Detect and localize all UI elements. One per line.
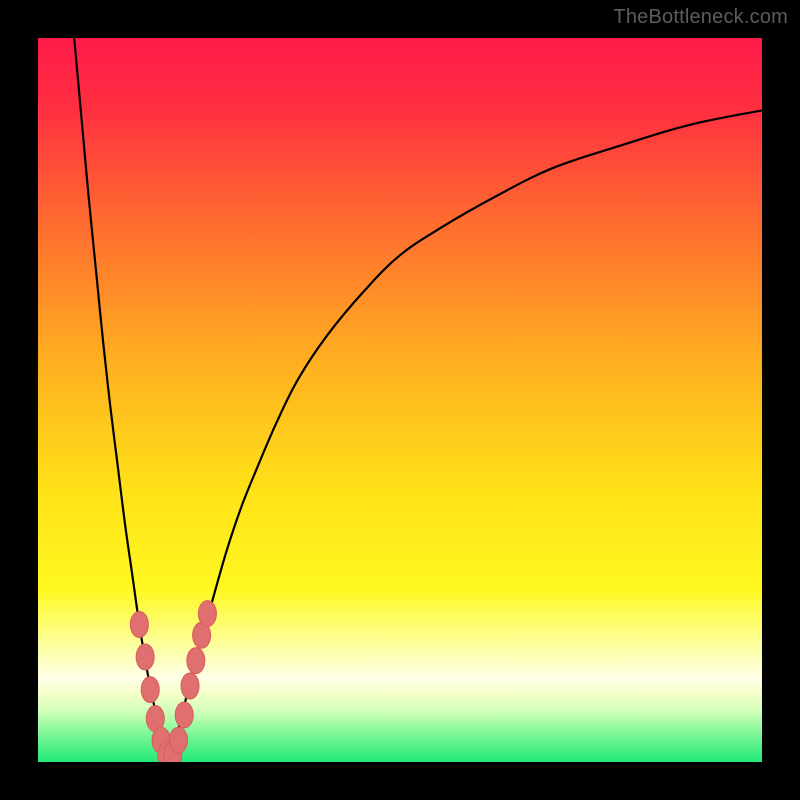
data-marker: [175, 702, 193, 728]
data-marker: [130, 611, 148, 637]
data-marker: [198, 601, 216, 627]
plot-area: [38, 38, 762, 762]
curve-layer: [38, 38, 762, 762]
data-marker: [181, 673, 199, 699]
marker-group: [130, 601, 216, 762]
chart-frame: TheBottleneck.com: [0, 0, 800, 800]
data-marker: [169, 727, 187, 753]
watermark-text: TheBottleneck.com: [613, 6, 788, 29]
data-marker: [141, 677, 159, 703]
curve-right-branch: [168, 110, 762, 762]
data-marker: [187, 648, 205, 674]
data-marker: [136, 644, 154, 670]
